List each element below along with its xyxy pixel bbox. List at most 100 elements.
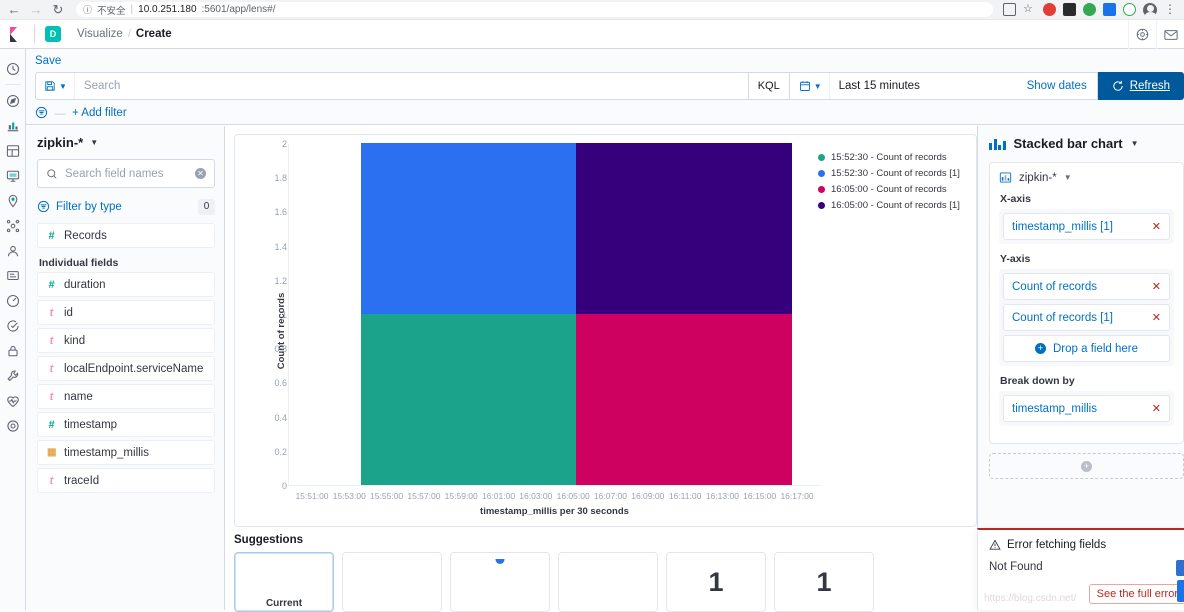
save-button[interactable]: Save	[35, 55, 61, 67]
help-circle-icon[interactable]	[1128, 20, 1156, 49]
logs-icon[interactable]	[0, 263, 26, 288]
uptime-check-icon[interactable]	[0, 313, 26, 338]
side-tab-handle-upper[interactable]	[1176, 560, 1184, 576]
field-item-records[interactable]: # Records	[37, 223, 215, 248]
bar-group[interactable]	[361, 143, 576, 485]
bar-segment[interactable]	[361, 314, 576, 485]
bar-group[interactable]	[576, 143, 791, 485]
bookmark-star-icon[interactable]: ☆	[1023, 3, 1036, 16]
suggestion-card-suggestion-6[interactable]: 1	[774, 552, 874, 612]
heartbeat-icon[interactable]	[0, 388, 26, 413]
browser-extension-icons: ☆ ⋮	[1003, 3, 1178, 17]
layer-datasource-selector[interactable]: zipkin-* ▼	[999, 171, 1174, 184]
compass-icon[interactable]	[0, 88, 26, 113]
chrome-menu-icon[interactable]: ⋮	[1164, 4, 1176, 15]
legend-item[interactable]: 15:52:30 - Count of records [1]	[818, 165, 966, 181]
extension-dark-icon[interactable]	[1063, 3, 1076, 16]
filter-by-type-button[interactable]: Filter by type 0	[37, 193, 215, 220]
info-circle-icon[interactable]: ⓘ	[83, 3, 92, 16]
bar-segment[interactable]	[361, 143, 576, 314]
kibana-logo-icon[interactable]	[10, 27, 24, 42]
search-input[interactable]: Search	[75, 80, 748, 92]
legend-item[interactable]: 16:05:00 - Count of records	[818, 181, 966, 197]
dashboard-icon[interactable]	[0, 138, 26, 163]
map-marker-icon[interactable]	[0, 188, 26, 213]
suggestion-card-current[interactable]: Current	[234, 552, 334, 612]
mail-icon[interactable]	[1156, 20, 1184, 49]
filter-list-icon	[37, 200, 50, 213]
globe-extension-icon[interactable]	[1083, 3, 1096, 16]
user-monitor-icon[interactable]	[0, 238, 26, 263]
bar-segment[interactable]	[576, 143, 791, 314]
reload-icon[interactable]: ↻	[50, 2, 66, 18]
chart-workspace[interactable]: Count of records 00.20.40.60.811.21.41.6…	[234, 134, 977, 527]
clear-circle-icon[interactable]: ✕	[195, 168, 206, 179]
suggestion-card-suggestion-4[interactable]	[558, 552, 658, 612]
dimension-chip[interactable]: timestamp_millis [1]✕	[1003, 213, 1170, 240]
field-item-id[interactable]: tid	[37, 300, 215, 325]
field-search-placeholder: Search field names	[65, 168, 188, 180]
bar-chart-icon[interactable]	[0, 113, 26, 138]
drop-field-target[interactable]: +Drop a field here	[1003, 335, 1170, 362]
query-language-badge[interactable]: KQL	[749, 72, 790, 100]
show-dates-button[interactable]: Show dates	[1017, 80, 1097, 92]
dimension-chip[interactable]: Count of records [1]✕	[1003, 304, 1170, 331]
refresh-button[interactable]: Refresh	[1098, 72, 1184, 100]
field-item-localendpoint-servicename[interactable]: tlocalEndpoint.serviceName	[37, 356, 215, 381]
field-search-input[interactable]: Search field names ✕	[37, 159, 215, 188]
dimension-chip[interactable]: timestamp_millis✕	[1003, 395, 1170, 422]
bar-segment[interactable]	[576, 314, 791, 485]
address-bar[interactable]: ⓘ 不安全 | 10.0.251.180:5601/app/lens#/	[76, 2, 993, 17]
close-x-icon[interactable]: ✕	[1152, 311, 1161, 324]
presentation-icon[interactable]	[0, 163, 26, 188]
x-axis-tick: 16:11:00	[669, 491, 701, 501]
lock-icon[interactable]	[0, 338, 26, 363]
gear-icon[interactable]	[0, 413, 26, 438]
date-picker[interactable]: ▼ Last 15 minutes Show dates	[790, 72, 1098, 100]
green-extension-icon[interactable]	[1123, 3, 1136, 16]
forward-icon[interactable]: →	[28, 2, 44, 18]
field-list: #duration tid tkind tlocalEndpoint.serviceN…	[37, 272, 215, 493]
filter-list-icon[interactable]	[35, 106, 48, 119]
suggestion-card-suggestion-2[interactable]	[342, 552, 442, 612]
field-item-kind[interactable]: tkind	[37, 328, 215, 353]
field-item-timestamp-millis[interactable]: ▦timestamp_millis	[37, 440, 215, 465]
search-bar[interactable]: ▼ Search	[35, 72, 749, 100]
field-item-duration[interactable]: #duration	[37, 272, 215, 297]
field-item-traceid[interactable]: ttraceId	[37, 468, 215, 493]
field-label: Records	[64, 230, 107, 242]
saved-query-button[interactable]: ▼	[36, 73, 75, 99]
suggestion-card-suggestion-3[interactable]	[450, 552, 550, 612]
add-layer-button[interactable]: +	[989, 453, 1184, 479]
close-x-icon[interactable]: ✕	[1152, 220, 1161, 233]
close-x-icon[interactable]: ✕	[1152, 402, 1161, 415]
close-x-icon[interactable]: ✕	[1152, 280, 1161, 293]
datasource-selector[interactable]: zipkin-* ▼	[37, 135, 215, 150]
dimension-chip-label: Count of records [1]	[1012, 312, 1152, 324]
time-range-label[interactable]: Last 15 minutes	[830, 80, 1017, 92]
add-filter-button[interactable]: + Add filter	[72, 107, 127, 119]
profile-avatar-icon[interactable]	[1143, 3, 1157, 17]
y-axis-tick: 1	[282, 310, 287, 320]
translate-icon[interactable]	[1003, 3, 1016, 16]
suggestion-card-suggestion-5[interactable]: 1	[666, 552, 766, 612]
clock-icon[interactable]	[0, 56, 26, 81]
dimension-chip[interactable]: Count of records✕	[1003, 273, 1170, 300]
chart-type-selector[interactable]: Stacked bar chart ▼	[989, 136, 1184, 151]
see-full-error-button[interactable]: See the full error	[1089, 584, 1184, 604]
breadcrumb-visualize[interactable]: Visualize	[77, 28, 123, 40]
space-badge[interactable]: D	[45, 26, 61, 42]
wrench-icon[interactable]	[0, 363, 26, 388]
side-tab-handle[interactable]	[1177, 580, 1184, 602]
field-item-name[interactable]: tname	[37, 384, 215, 409]
back-icon[interactable]: ←	[6, 2, 22, 18]
field-type-date-icon: ▦	[47, 447, 56, 458]
legend-item[interactable]: 16:05:00 - Count of records [1]	[818, 197, 966, 213]
blue-extension-icon[interactable]	[1103, 3, 1116, 16]
ml-nodes-icon[interactable]	[0, 213, 26, 238]
apm-icon[interactable]	[0, 288, 26, 313]
legend-item[interactable]: 15:52:30 - Count of records	[818, 149, 966, 165]
date-quick-select-button[interactable]: ▼	[790, 73, 830, 99]
field-item-timestamp[interactable]: #timestamp	[37, 412, 215, 437]
adblock-icon[interactable]	[1043, 3, 1056, 16]
